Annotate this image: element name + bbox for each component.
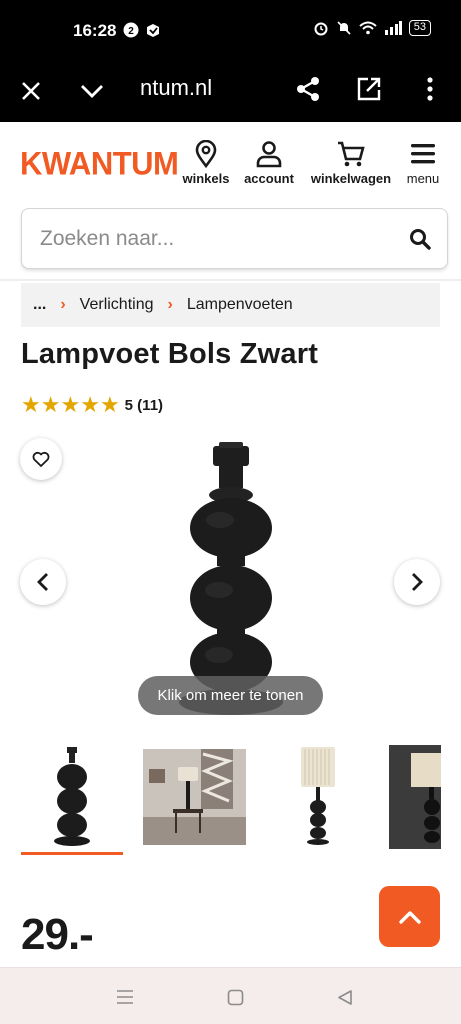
collapse-button[interactable] (78, 78, 106, 104)
status-bar: 16:28 2 53 (0, 0, 461, 62)
site-logo[interactable]: KWANTUM (20, 145, 179, 183)
breadcrumb-ellipsis[interactable]: ... (33, 296, 46, 314)
recent-apps-button[interactable] (114, 986, 136, 1008)
mute-icon (337, 21, 351, 35)
status-time: 16:28 (73, 21, 117, 40)
system-navigation-bar (0, 967, 461, 1024)
gallery-next-button[interactable] (394, 559, 440, 605)
star-icon: ★ (21, 392, 41, 417)
nav-winkelwagen[interactable]: winkelwagen (307, 140, 395, 186)
product-rating[interactable]: ★★★★★ 5 (11) (21, 394, 163, 417)
wifi-icon (359, 21, 377, 35)
hamburger-icon (411, 144, 435, 164)
share-button[interactable] (293, 74, 323, 104)
search-box (21, 208, 448, 269)
thumbnail-2[interactable] (143, 745, 246, 849)
open-external-button[interactable] (354, 74, 384, 104)
more-vertical-icon (427, 77, 433, 101)
location-pin-icon (195, 140, 217, 168)
search-button[interactable] (407, 226, 433, 252)
chevron-left-icon (37, 573, 48, 591)
nav-winkels-label: winkels (182, 171, 230, 186)
active-thumbnail-indicator (21, 852, 123, 855)
rating-stars: ★★★★★ (21, 394, 120, 417)
recent-apps-icon (117, 990, 133, 1004)
browser-toolbar: ntum.nl (0, 62, 461, 122)
close-tab-button[interactable] (18, 78, 44, 104)
breadcrumb: ... › Verlichting › Lampenvoeten (21, 283, 440, 327)
search-input[interactable] (40, 224, 380, 254)
favorite-button[interactable] (20, 438, 62, 480)
show-more-tooltip[interactable]: Klik om meer te tonen (138, 676, 323, 715)
star-icon: ★ (40, 392, 61, 417)
gallery-prev-button[interactable] (20, 559, 66, 605)
close-icon (22, 82, 40, 100)
status-system-icons: 53 (313, 20, 431, 36)
breadcrumb-item-verlichting[interactable]: Verlichting (80, 296, 154, 314)
chevron-up-icon (398, 910, 421, 924)
url-text[interactable]: ntum.nl (140, 75, 212, 101)
search-icon (410, 229, 431, 250)
thumbnail-strip (21, 745, 461, 855)
share-icon (297, 77, 319, 101)
home-icon (227, 989, 243, 1005)
nav-account[interactable]: account (240, 140, 298, 186)
open-external-icon (357, 77, 381, 101)
product-title: Lampvoet Bols Zwart (21, 338, 319, 370)
thumbnail-4[interactable] (389, 745, 441, 849)
user-icon (256, 141, 282, 168)
back-triangle-icon (338, 989, 352, 1005)
notification-badge-icon: 2 (123, 22, 139, 38)
header-divider (0, 279, 461, 281)
cart-icon (338, 141, 365, 167)
signal-icon (384, 21, 402, 35)
app-notification-icon (147, 24, 159, 37)
chevron-down-icon (81, 85, 103, 98)
site-header: KWANTUM winkels account winkelwagen menu (0, 122, 461, 210)
home-button[interactable] (224, 986, 246, 1008)
alarm-icon (314, 22, 328, 36)
chevron-right-icon (412, 573, 423, 591)
nav-menu[interactable]: menu (403, 140, 443, 186)
back-button[interactable] (334, 986, 356, 1008)
heart-icon (32, 451, 50, 467)
nav-winkels[interactable]: winkels (181, 140, 231, 186)
thumbnail-1[interactable] (21, 745, 123, 849)
star-icon: ★ (60, 392, 81, 417)
product-price: 29.- (21, 910, 94, 959)
star-icon: ★ (80, 392, 100, 417)
breadcrumb-separator-icon: › (60, 296, 66, 313)
rating-score: 5 (11) (124, 397, 164, 414)
scroll-to-top-button[interactable] (379, 886, 440, 947)
thumbnail-3[interactable] (297, 745, 339, 849)
svg-text:2: 2 (128, 26, 134, 37)
status-notification-icons: 2 (123, 22, 161, 38)
breadcrumb-separator-icon: › (167, 296, 173, 313)
battery-indicator: 53 (408, 20, 431, 36)
breadcrumb-item-lampenvoeten[interactable]: Lampenvoeten (187, 296, 293, 314)
star-icon: ★ (99, 392, 120, 417)
nav-winkelwagen-label: winkelwagen (310, 171, 392, 186)
nav-menu-label: menu (406, 171, 440, 186)
nav-account-label: account (244, 171, 294, 186)
more-options-button[interactable] (418, 74, 442, 104)
